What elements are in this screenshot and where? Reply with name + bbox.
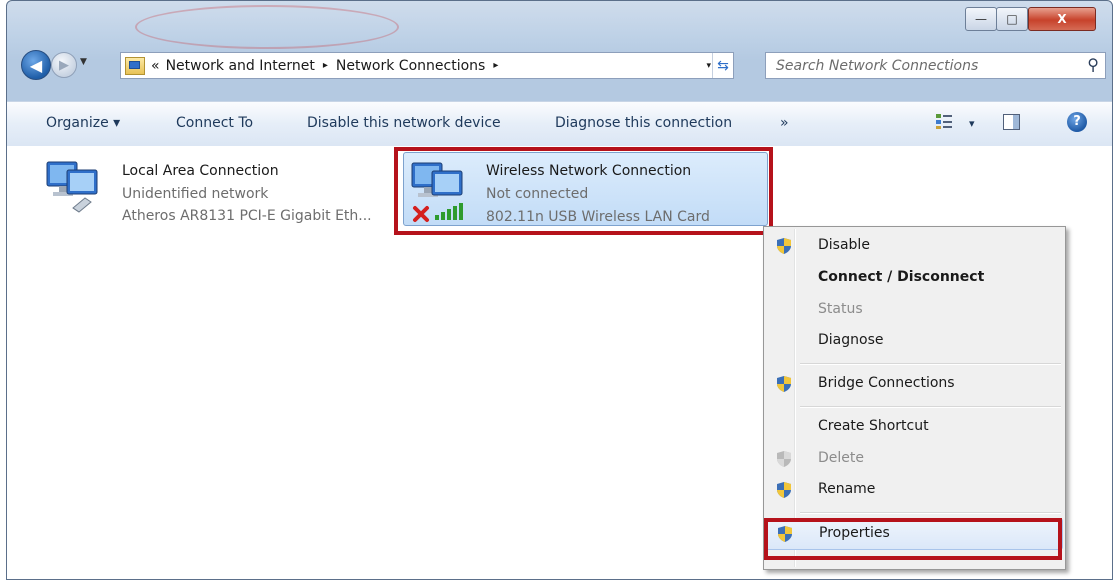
highlight-box-wireless <box>394 147 773 235</box>
organize-button[interactable]: Organize ▾ <box>46 115 120 131</box>
menu-item-label: Delete <box>818 450 864 466</box>
navigation-bar: ◀ ▶ ▼ « Network and Internet ▸ Network C… <box>7 47 1112 81</box>
forward-arrow-icon: ▶ <box>59 57 69 73</box>
menu-separator <box>800 406 1061 408</box>
menu-item-rename[interactable]: Rename <box>766 475 1063 505</box>
control-panel-icon <box>125 56 145 75</box>
breadcrumb-network-and-internet[interactable]: Network and Internet <box>166 58 315 74</box>
minimize-icon: — <box>975 12 987 26</box>
breadcrumb-separator-icon[interactable]: ▸ <box>323 60 328 71</box>
minimize-button[interactable]: — <box>965 7 997 31</box>
menu-item-label: Connect / Disconnect <box>818 269 985 285</box>
menu-separator <box>800 512 1061 514</box>
recent-pages-dropdown[interactable]: ▼ <box>80 57 87 67</box>
wired-network-adapter-icon <box>46 161 98 213</box>
menu-item-label: Bridge Connections <box>818 375 955 391</box>
preview-pane-icon <box>1003 114 1020 130</box>
menu-item-label: Create Shortcut <box>818 418 929 434</box>
view-options-icon <box>936 114 952 129</box>
more-commands-button[interactable]: » <box>780 115 789 131</box>
highlight-box-properties <box>764 518 1062 560</box>
breadcrumb-separator-icon[interactable]: ▸ <box>493 60 498 71</box>
close-button[interactable]: X <box>1028 7 1096 31</box>
maximize-button[interactable]: □ <box>996 7 1028 31</box>
address-dropdown-icon[interactable]: ▾ <box>706 61 711 71</box>
uac-shield-icon-disabled <box>777 451 791 467</box>
change-view-button[interactable] <box>935 112 953 134</box>
close-icon: X <box>1057 12 1067 26</box>
connect-to-button[interactable]: Connect To <box>176 115 253 131</box>
explorer-window: — □ X ◀ ▶ ▼ « Network and Internet ▸ Net… <box>6 0 1113 580</box>
help-button[interactable]: ? <box>1067 112 1087 132</box>
menu-item-bridge-connections[interactable]: Bridge Connections <box>766 369 1063 399</box>
search-placeholder: Search Network Connections <box>776 57 979 74</box>
refresh-button[interactable]: ⇆ <box>712 53 733 78</box>
uac-shield-icon <box>777 238 791 254</box>
menu-item-label: Diagnose <box>818 332 884 348</box>
back-arrow-icon: ◀ <box>29 55 43 75</box>
disable-device-button[interactable]: Disable this network device <box>307 115 501 131</box>
forward-button[interactable]: ▶ <box>51 52 77 78</box>
menu-item-label: Rename <box>818 481 876 497</box>
back-button[interactable]: ◀ <box>21 50 51 80</box>
maximize-icon: □ <box>1006 12 1018 26</box>
search-box[interactable]: Search Network Connections ⚲ <box>765 52 1106 79</box>
breadcrumb-network-connections[interactable]: Network Connections <box>336 58 485 74</box>
menu-item-status[interactable]: Status <box>766 295 1063 325</box>
address-overflow-chevron[interactable]: « <box>151 58 160 74</box>
title-bar: — □ X <box>7 1 1112 49</box>
connection-status: Unidentified network <box>122 186 269 202</box>
menu-item-label: Status <box>818 301 863 317</box>
preview-pane-button[interactable] <box>1002 112 1022 136</box>
menu-item-label: Disable <box>818 237 870 253</box>
menu-item-diagnose[interactable]: Diagnose <box>766 326 1063 356</box>
connection-local-area[interactable]: Local Area Connection Unidentified netwo… <box>43 152 398 224</box>
uac-shield-icon <box>777 482 791 498</box>
help-icon: ? <box>1073 114 1081 129</box>
menu-item-delete[interactable]: Delete <box>766 444 1063 474</box>
menu-item-create-shortcut[interactable]: Create Shortcut <box>766 412 1063 442</box>
view-dropdown-arrow[interactable]: ▾ <box>969 117 975 130</box>
search-icon[interactable]: ⚲ <box>1087 55 1099 74</box>
menu-item-disable[interactable]: Disable <box>766 231 1063 261</box>
background-ghost-ellipse <box>135 5 399 49</box>
connection-name: Local Area Connection <box>122 163 279 179</box>
diagnose-connection-button[interactable]: Diagnose this connection <box>555 115 732 131</box>
refresh-icon: ⇆ <box>717 57 729 74</box>
connection-device: Atheros AR8131 PCI-E Gigabit Eth... <box>122 208 372 224</box>
menu-item-connect-disconnect[interactable]: Connect / Disconnect <box>766 263 1063 293</box>
menu-separator <box>800 363 1061 365</box>
command-toolbar: Organize ▾ Connect To Disable this netwo… <box>7 101 1112 147</box>
address-bar[interactable]: « Network and Internet ▸ Network Connect… <box>120 52 734 79</box>
uac-shield-icon <box>777 376 791 392</box>
